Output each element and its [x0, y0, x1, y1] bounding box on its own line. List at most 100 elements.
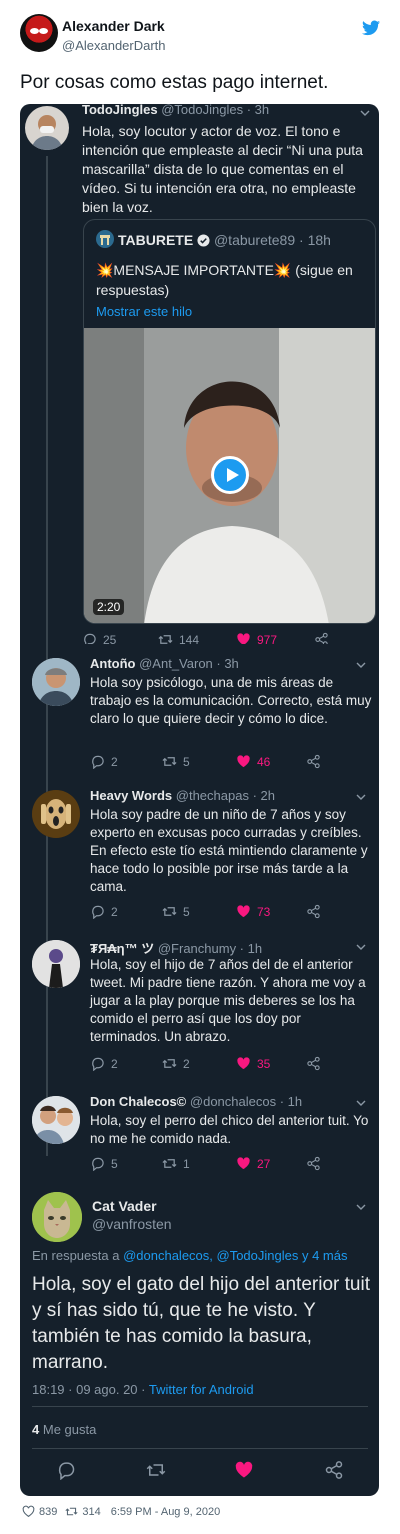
video-player[interactable]: 2:20: [84, 328, 375, 623]
play-button[interactable]: [211, 456, 249, 494]
outer-timestamp[interactable]: 6:59 PM - Aug 9, 2020: [111, 1506, 220, 1518]
heart-filled-icon: [237, 1057, 250, 1070]
share-icon: [307, 1156, 320, 1171]
heart-filled-icon[interactable]: [234, 1460, 254, 1480]
chevron-down-icon[interactable]: [356, 660, 366, 670]
tweet-meta: @Franchumy · 1h: [157, 941, 263, 956]
verified-badge-icon: [197, 234, 210, 247]
avatar-antono[interactable]: [32, 658, 80, 706]
reply-button[interactable]: 25: [82, 632, 116, 644]
tweet-author[interactable]: TodoJingles @TodoJingles · 3h: [82, 104, 269, 117]
tweet-actions: 2 5 46: [90, 754, 370, 772]
tweet-author-name: Don Chalecos©: [90, 1094, 187, 1109]
quote-text: 💥MENSAJE IMPORTANTE💥 (sigue en respuesta…: [96, 262, 353, 298]
reply-icon: [92, 1157, 104, 1171]
reply-button[interactable]: 5: [90, 1156, 118, 1171]
show-thread-link[interactable]: Mostrar este hilo: [96, 304, 192, 319]
focus-author-name[interactable]: Cat Vader: [92, 1198, 157, 1214]
retweet-button[interactable]: 5: [162, 904, 190, 919]
like-count: 73: [257, 904, 271, 919]
reply-count: 2: [111, 904, 118, 919]
outer-tweet-footer: 839 314 6:59 PM - Aug 9, 2020: [22, 1505, 220, 1518]
avatar-catvader[interactable]: [32, 1192, 82, 1242]
heart-filled-icon: [237, 633, 250, 644]
avatar-franchumy[interactable]: [32, 940, 80, 988]
divider: [32, 1448, 368, 1449]
share-icon: [307, 904, 320, 919]
quote-author-name: TABURETE: [118, 232, 194, 248]
share-button[interactable]: [306, 1056, 321, 1071]
embedded-screenshot: TodoJingles @TodoJingles · 3h Hola, soy …: [20, 104, 379, 1496]
heart-filled-icon: [237, 1157, 250, 1170]
mask-eye-right: [39, 28, 48, 34]
reply-button[interactable]: 2: [90, 1056, 118, 1071]
reply-to-targets[interactable]: @donchalecos, @TodoJingles y 4 más: [123, 1248, 347, 1263]
tweet-text: Hola soy padre de un niño de 7 años y so…: [90, 807, 368, 894]
twitter-bird-icon[interactable]: [362, 20, 380, 36]
like-count: 46: [257, 754, 271, 769]
likes-label: Me gusta: [42, 1422, 97, 1437]
tweet-author[interactable]: Heavy Words @thechapas · 2h: [90, 788, 275, 803]
retweet-count: 2: [183, 1056, 190, 1071]
chevron-down-icon[interactable]: [356, 792, 366, 802]
retweet-button[interactable]: 5: [162, 754, 190, 769]
avatar-todojingles[interactable]: [25, 106, 69, 150]
retweet-icon[interactable]: [65, 1505, 78, 1518]
reply-to-prefix: En respuesta a: [32, 1248, 120, 1263]
focus-tweet-text: Hola, soy el gato del hijo del anterior …: [32, 1274, 370, 1373]
like-count: 977: [257, 632, 278, 645]
avatar-donchalecos[interactable]: [32, 1096, 80, 1144]
retweet-button[interactable]: 144: [158, 632, 199, 644]
tweet-text: Hola, soy locutor y actor de voz. El ton…: [82, 123, 363, 215]
chevron-down-icon[interactable]: [356, 1098, 366, 1108]
thread-line: [46, 156, 48, 1156]
quoted-tweet[interactable]: TABURETE @taburete89 · 18h 💥MENSAJE IMPO…: [83, 219, 376, 624]
tweet-actions: 2 2 35: [90, 1056, 370, 1074]
retweet-icon: [158, 635, 173, 644]
share-icon[interactable]: [324, 1460, 344, 1480]
chevron-down-icon[interactable]: [356, 1202, 366, 1212]
tweet-author-name: Antoño: [90, 656, 136, 671]
retweet-icon[interactable]: [146, 1460, 166, 1480]
focus-author-handle[interactable]: @vanfrosten: [92, 1216, 172, 1232]
reply-button[interactable]: 2: [90, 754, 118, 769]
quote-meta: @taburete89 · 18h: [213, 232, 331, 248]
tweet-meta: @donchalecos · 1h: [189, 1094, 303, 1109]
tweet-author-name: Heavy Words: [90, 788, 173, 803]
heart-outline-icon[interactable]: [22, 1505, 35, 1518]
chevron-down-icon[interactable]: [356, 942, 366, 952]
share-button[interactable]: [306, 904, 321, 919]
reply-to-line: En respuesta a @donchalecos, @TodoJingle…: [32, 1248, 347, 1263]
retweet-button[interactable]: 1: [162, 1156, 190, 1171]
like-button[interactable]: 35: [236, 1056, 270, 1071]
tweet-author[interactable]: Antoño @Ant_Varon · 3h: [90, 656, 239, 671]
tweet-actions: 25 144 977: [82, 632, 362, 644]
reply-count: 2: [111, 754, 118, 769]
reply-button[interactable]: 2: [90, 904, 118, 919]
share-button[interactable]: [314, 632, 329, 644]
likes-summary[interactable]: 4 Me gusta: [32, 1422, 96, 1437]
reply-icon: [92, 755, 104, 769]
tweet-author[interactable]: ₮Я₳η™ ツ @Franchumy · 1h: [90, 938, 262, 957]
outer-author-handle[interactable]: @AlexanderDarth: [62, 38, 166, 53]
chevron-down-icon[interactable]: [360, 108, 370, 118]
like-button[interactable]: 46: [236, 754, 270, 769]
avatar-heavywords[interactable]: [32, 790, 80, 838]
reply-icon[interactable]: [56, 1460, 76, 1480]
reply-count: 5: [111, 1156, 118, 1171]
like-button[interactable]: 977: [236, 632, 277, 644]
outer-author-name[interactable]: Alexander Dark: [62, 18, 165, 34]
like-button[interactable]: 27: [236, 1156, 270, 1171]
share-button[interactable]: [306, 754, 321, 769]
retweet-button[interactable]: 2: [162, 1056, 190, 1071]
taburete-logo-icon: [100, 235, 110, 245]
like-button[interactable]: 73: [236, 904, 270, 919]
share-button[interactable]: [306, 1156, 321, 1171]
focus-source[interactable]: Twitter for Android: [149, 1382, 254, 1397]
retweet-count: 1: [183, 1156, 190, 1171]
tweet-author[interactable]: Don Chalecos© @donchalecos · 1h: [90, 1094, 302, 1109]
reply-count: 25: [103, 632, 117, 645]
avatar-cat-icon: [32, 1192, 82, 1242]
retweet-count: 5: [183, 904, 190, 919]
retweet-icon: [162, 907, 177, 916]
